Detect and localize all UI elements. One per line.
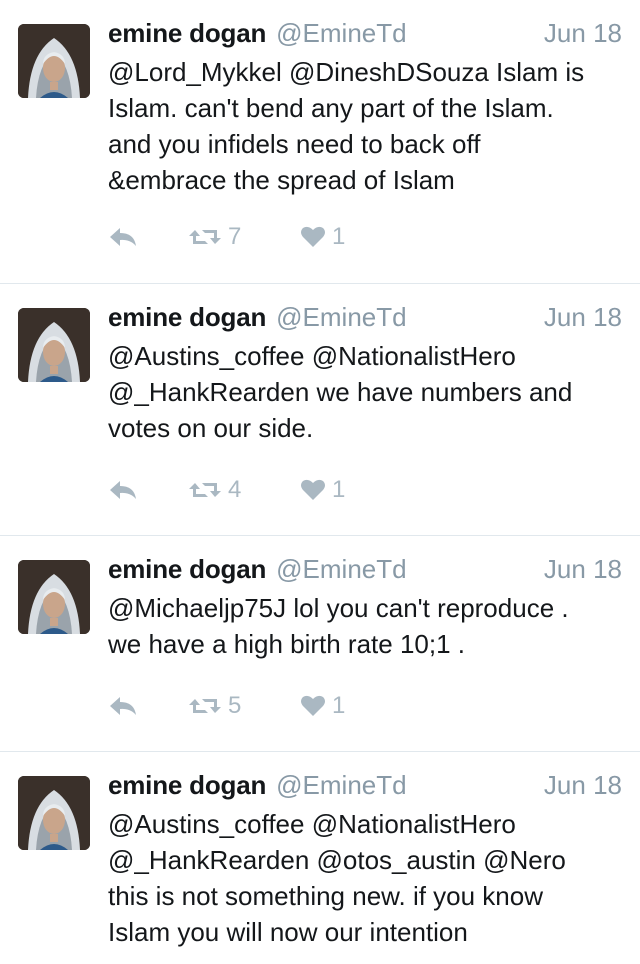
tweet-text-line: @_HankRearden we have numbers and	[108, 377, 573, 407]
avatar[interactable]	[18, 308, 90, 382]
tweet-text: @Austins_coffee @NationalistHero @_HankR…	[108, 806, 622, 950]
tweet-text-line: @Austins_coffee @NationalistHero	[108, 341, 516, 371]
tweet[interactable]: emine dogan @EmineTd Jun 18 @Michaeljp75…	[0, 536, 640, 752]
avatar[interactable]	[18, 24, 90, 98]
retweet-count: 7	[228, 223, 242, 250]
author-handle[interactable]: @EmineTd	[276, 770, 406, 801]
reply-icon	[110, 228, 136, 246]
tweet-date[interactable]: Jun 18	[544, 554, 622, 585]
like-button[interactable]: 1	[300, 476, 380, 504]
tweet-date[interactable]: Jun 18	[544, 302, 622, 333]
avatar[interactable]	[18, 560, 90, 634]
reply-button[interactable]	[108, 695, 188, 717]
like-count: 1	[332, 223, 346, 250]
tweet-text-line: Islam. can't bend any part of the Islam.	[108, 93, 554, 123]
tweet-actions: 4 1	[108, 472, 380, 508]
tweet-text-line: @Michaeljp75J lol you can't reproduce .	[108, 593, 569, 623]
tweet-date[interactable]: Jun 18	[544, 770, 622, 801]
tweet-text-line: and you infidels need to back off	[108, 129, 481, 159]
like-count: 1	[332, 476, 346, 503]
tweet-feed: emine dogan @EmineTd Jun 18 @Lord_Mykkel…	[0, 0, 640, 964]
tweet-text-line: this is not something new. if you know	[108, 881, 544, 911]
retweet-count: 4	[228, 476, 242, 503]
avatar[interactable]	[18, 776, 90, 850]
retweet-icon	[189, 230, 221, 244]
tweet-text: @Michaeljp75J lol you can't reproduce . …	[108, 590, 622, 662]
retweet-icon	[189, 699, 221, 713]
like-count: 1	[332, 692, 346, 719]
tweet-text-line: we have a high birth rate 10;1 .	[108, 629, 466, 659]
tweet-text-line: @_HankRearden @otos_austin @Nero	[108, 845, 566, 875]
retweet-icon	[189, 483, 221, 497]
tweet-text-line: Islam you will now our intention	[108, 917, 468, 947]
tweet-date[interactable]: Jun 18	[544, 18, 622, 49]
tweet-actions: 7 1	[108, 219, 380, 255]
retweet-count: 5	[228, 692, 242, 719]
tweet-actions: 5 1	[108, 688, 380, 724]
tweet-text: @Lord_Mykkel @DineshDSouza Islam is Isla…	[108, 54, 622, 198]
heart-icon	[301, 226, 325, 247]
author-name[interactable]: emine dogan	[108, 554, 266, 585]
tweet-text-line: @Lord_Mykkel @DineshDSouza Islam is	[108, 57, 585, 87]
reply-button[interactable]	[108, 479, 188, 501]
reply-icon	[110, 481, 136, 499]
heart-icon	[301, 479, 325, 500]
tweet-text-line: votes on our side.	[108, 413, 314, 443]
author-name[interactable]: emine dogan	[108, 302, 266, 333]
retweet-button[interactable]: 4	[188, 476, 300, 504]
retweet-button[interactable]: 5	[188, 692, 300, 720]
retweet-button[interactable]: 7	[188, 223, 300, 251]
author-handle[interactable]: @EmineTd	[276, 554, 406, 585]
tweet-text: @Austins_coffee @NationalistHero @_HankR…	[108, 338, 622, 446]
tweet[interactable]: emine dogan @EmineTd Jun 18 @Austins_cof…	[0, 752, 640, 964]
like-button[interactable]: 1	[300, 692, 380, 720]
author-handle[interactable]: @EmineTd	[276, 18, 406, 49]
tweet-text-line: &embrace the spread of Islam	[108, 165, 455, 195]
tweet[interactable]: emine dogan @EmineTd Jun 18 @Austins_cof…	[0, 284, 640, 536]
reply-icon	[110, 697, 136, 715]
author-name[interactable]: emine dogan	[108, 770, 266, 801]
reply-button[interactable]	[108, 226, 188, 248]
heart-icon	[301, 695, 325, 716]
author-handle[interactable]: @EmineTd	[276, 302, 406, 333]
like-button[interactable]: 1	[300, 223, 380, 251]
author-name[interactable]: emine dogan	[108, 18, 266, 49]
tweet[interactable]: emine dogan @EmineTd Jun 18 @Lord_Mykkel…	[0, 0, 640, 284]
tweet-text-line: @Austins_coffee @NationalistHero	[108, 809, 516, 839]
